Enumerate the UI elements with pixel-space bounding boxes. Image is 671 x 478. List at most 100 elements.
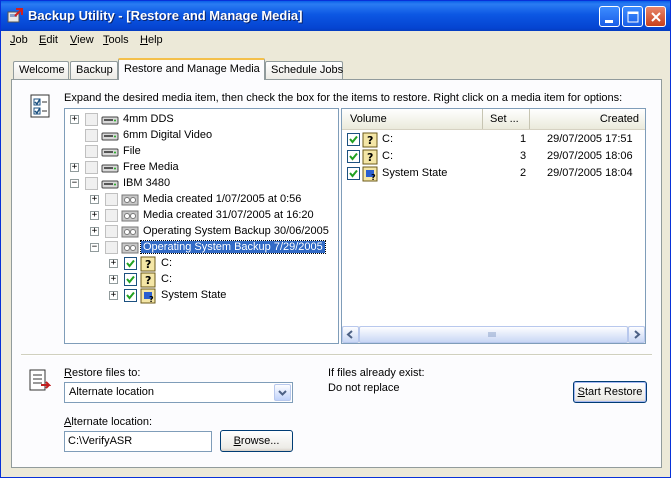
tab-welcome-label: Welcome	[19, 64, 65, 76]
collapse-icon[interactable]: −	[70, 179, 79, 188]
grip-icon	[488, 332, 496, 337]
checkmark-icon	[349, 169, 358, 178]
tree-item[interactable]: + Free Media	[65, 159, 338, 176]
tree-item[interactable]: +4mm DDS	[65, 111, 338, 128]
dropdown-button[interactable]	[274, 384, 291, 401]
checkbox[interactable]	[85, 113, 98, 126]
column-volume-label: Volume	[350, 113, 387, 125]
close-button[interactable]	[645, 6, 666, 27]
expand-icon[interactable]: +	[109, 291, 118, 300]
tree-item[interactable]: − IBM 3480	[65, 175, 338, 192]
checkbox[interactable]	[85, 161, 98, 174]
tab-schedule-jobs[interactable]: Schedule Jobs	[265, 61, 343, 79]
tree-item[interactable]: + Operating System Backup 30/06/2005	[65, 223, 338, 240]
menu-tools-label: ools	[108, 34, 129, 46]
tree-item[interactable]: + Media created 31/07/2005 at 16:20	[65, 207, 338, 224]
expand-icon[interactable]: +	[70, 163, 79, 172]
expand-icon[interactable]: +	[90, 227, 99, 236]
minimize-button[interactable]	[599, 6, 620, 27]
restore-tab-panel: Expand the desired media item, then chec…	[11, 79, 662, 468]
expand-icon[interactable]: +	[109, 275, 118, 284]
browse-button-label: rowse...	[240, 435, 280, 447]
checkbox[interactable]	[124, 273, 137, 286]
list-row[interactable]: ? C: 3 29/07/2005 18:06	[342, 148, 645, 165]
expand-icon[interactable]: +	[90, 211, 99, 220]
tree-item[interactable]: +? System State	[65, 287, 338, 304]
scroll-left-button[interactable]	[342, 326, 359, 343]
list-row[interactable]: ? System State 2 29/07/2005 18:04	[342, 165, 645, 182]
tab-backup[interactable]: Backup	[70, 61, 118, 79]
checkbox[interactable]	[105, 225, 118, 238]
expand-icon[interactable]: +	[70, 115, 79, 124]
column-volume[interactable]: Volume	[342, 109, 483, 129]
instruction-text: Expand the desired media item, then chec…	[64, 92, 623, 104]
scroll-right-button[interactable]	[628, 326, 645, 343]
tree-item-label: C:	[161, 257, 172, 269]
volume-list[interactable]: Volume Set ... Created ? C: 1 29/07/2005 17…	[341, 108, 646, 344]
menu-help[interactable]: Help	[140, 34, 163, 46]
column-created[interactable]: Created	[530, 109, 645, 129]
checkbox[interactable]	[347, 150, 360, 163]
tree-item[interactable]: − Operating System Backup 7/29/2005	[65, 239, 338, 256]
chevron-right-icon	[634, 330, 641, 339]
checkbox[interactable]	[85, 177, 98, 190]
title-bar[interactable]: Backup Utility - [Restore and Manage Med…	[1, 1, 670, 31]
menu-edit[interactable]: Edit	[39, 34, 58, 46]
checkbox[interactable]	[105, 193, 118, 206]
maximize-icon	[627, 11, 639, 23]
restore-location-select[interactable]: Alternate location	[64, 382, 293, 403]
checkbox[interactable]	[124, 257, 137, 270]
tape-cartridge-icon	[121, 208, 139, 224]
horizontal-scrollbar[interactable]	[342, 326, 645, 343]
expand-icon[interactable]: +	[109, 259, 118, 268]
collapse-icon[interactable]: −	[90, 243, 99, 252]
tree-item-label: Media created 31/07/2005 at 16:20	[143, 209, 314, 221]
checkbox[interactable]	[85, 129, 98, 142]
chevron-left-icon	[346, 330, 353, 339]
checkbox[interactable]	[347, 167, 360, 180]
if-files-exist-label: If files already exist:	[328, 367, 425, 379]
alternate-location-value: C:\VerifyASR	[68, 435, 133, 447]
checkbox[interactable]	[85, 145, 98, 158]
expand-icon[interactable]: +	[90, 195, 99, 204]
volume-cell: System State	[382, 167, 448, 179]
checkbox[interactable]	[347, 133, 360, 146]
start-restore-button[interactable]: Start Restore	[573, 381, 647, 403]
media-tree[interactable]: +4mm DDS 6mm Digital Video File + Free Media…	[64, 108, 339, 344]
tree-item-label: 6mm Digital Video	[123, 129, 213, 141]
maximize-button[interactable]	[622, 6, 643, 27]
list-row[interactable]: ? C: 1 29/07/2005 17:51	[342, 131, 645, 148]
tree-item[interactable]: +? C:	[65, 271, 338, 288]
backup-app-icon	[7, 8, 23, 23]
checkbox[interactable]	[105, 209, 118, 222]
svg-text:?: ?	[149, 295, 154, 304]
start-restore-label: tart Restore	[584, 386, 643, 398]
checkmark-icon	[126, 275, 135, 284]
tab-welcome[interactable]: Welcome	[13, 61, 69, 79]
checkbox[interactable]	[124, 289, 137, 302]
created-cell: 29/07/2005 18:04	[547, 167, 633, 179]
tree-item[interactable]: +? C:	[65, 255, 338, 272]
menu-job[interactable]: Job	[10, 34, 28, 46]
menu-tools[interactable]: Tools	[103, 34, 129, 46]
tree-item-label: System State	[161, 289, 227, 301]
if-files-exist-value: Do not replace	[328, 382, 400, 394]
list-header: Volume Set ... Created	[342, 109, 645, 130]
tree-item[interactable]: 6mm Digital Video	[65, 127, 338, 144]
browse-button[interactable]: Browse...	[220, 430, 293, 452]
alternate-location-input[interactable]: C:\VerifyASR	[64, 431, 212, 452]
tree-item[interactable]: File	[65, 143, 338, 160]
tree-item-label: Free Media	[123, 161, 179, 173]
tree-item-label: File	[123, 145, 141, 157]
scroll-thumb[interactable]	[359, 326, 628, 343]
menu-view[interactable]: View	[70, 34, 94, 46]
column-set[interactable]: Set ...	[483, 109, 530, 129]
checkbox[interactable]	[105, 241, 118, 254]
svg-text:?: ?	[367, 134, 373, 147]
tree-item[interactable]: + Media created 1/07/2005 at 0:56	[65, 191, 338, 208]
restore-location-value: Alternate location	[69, 386, 154, 398]
tape-cartridge-icon	[121, 192, 139, 208]
tab-restore-and-manage-media[interactable]: Restore and Manage Media	[118, 58, 265, 80]
tape-drive-icon	[101, 160, 119, 176]
minimize-icon	[605, 20, 613, 23]
